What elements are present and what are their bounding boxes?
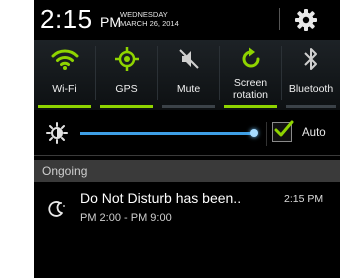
notification-panel: 2:15 PM WEDNESDAY MARCH 26, 2014 Wi-Fi G…	[34, 0, 340, 278]
status-header: 2:15 PM WEDNESDAY MARCH 26, 2014	[34, 0, 340, 38]
toggle-screen-rotation[interactable]: Screen rotation	[220, 40, 281, 110]
clock-ampm: PM	[100, 14, 121, 30]
notification-subtitle: PM 2:00 - PM 9:00	[80, 212, 172, 224]
bluetooth-icon	[304, 48, 317, 70]
brightness-row: Auto	[34, 118, 340, 150]
wifi-icon	[51, 49, 78, 70]
toggle-mute-indicator	[162, 105, 215, 108]
toggle-wifi-indicator	[38, 105, 91, 108]
auto-brightness-checkbox[interactable]	[272, 120, 294, 142]
toggle-bluetooth[interactable]: Bluetooth	[282, 40, 340, 110]
weekday-label: WEDNESDAY	[120, 10, 168, 19]
toggle-wifi[interactable]: Wi-Fi	[34, 40, 95, 110]
auto-brightness-label: Auto	[302, 127, 326, 139]
toggle-bluetooth-label: Bluetooth	[288, 83, 334, 95]
mute-icon	[178, 49, 199, 69]
quick-settings-toggles: Wi-Fi GPS Mute Screen rotation Bluetooth	[34, 40, 340, 110]
rotation-icon	[242, 47, 259, 68]
date-block: WEDNESDAY MARCH 26, 2014	[120, 10, 179, 28]
ongoing-header: Ongoing	[34, 160, 340, 182]
toggle-bluetooth-indicator	[286, 105, 336, 108]
header-divider	[279, 8, 280, 30]
ongoing-label: Ongoing	[42, 164, 88, 178]
notification-time: 2:15 PM	[284, 193, 324, 205]
toggle-mute-label: Mute	[176, 83, 201, 95]
toggle-gps-indicator	[100, 105, 153, 108]
checkmark-icon	[274, 120, 294, 137]
clock-time: 2:15	[40, 4, 93, 34]
toggle-gps[interactable]: GPS	[96, 40, 157, 110]
toggle-rotation-label-2: rotation	[232, 89, 269, 101]
brightness-slider[interactable]	[80, 132, 254, 135]
do-not-disturb-icon	[48, 201, 65, 217]
brightness-icon	[46, 122, 68, 144]
section-divider	[34, 155, 340, 156]
settings-button[interactable]	[292, 6, 320, 34]
gps-icon	[114, 47, 139, 71]
toggle-rotation-label-1: Screen	[233, 77, 268, 89]
toggle-rotation-indicator	[224, 105, 277, 108]
gear-icon	[295, 9, 317, 31]
notification-do-not-disturb[interactable]: Do Not Disturb has been.. 2:15 PM PM 2:0…	[34, 184, 340, 234]
auto-divider	[266, 122, 267, 146]
date-label: MARCH 26, 2014	[120, 19, 179, 28]
toggle-wifi-label: Wi-Fi	[52, 83, 77, 95]
toggle-gps-label: GPS	[115, 83, 138, 95]
toggle-mute[interactable]: Mute	[158, 40, 219, 110]
brightness-slider-thumb[interactable]	[250, 129, 258, 137]
notification-title: Do Not Disturb has been..	[80, 190, 242, 206]
